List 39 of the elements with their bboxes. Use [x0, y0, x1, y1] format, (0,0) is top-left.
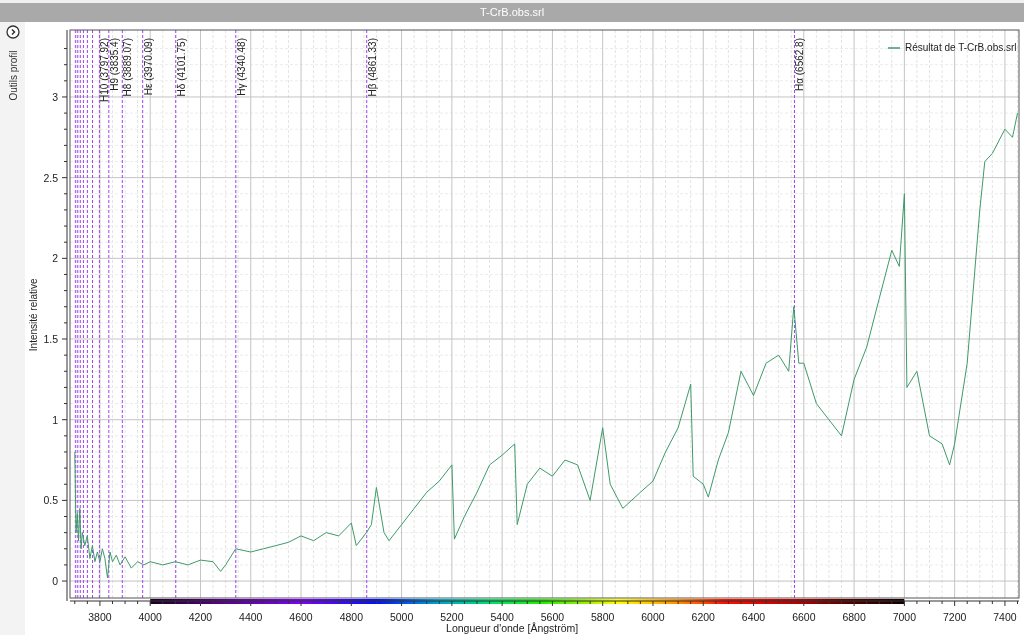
x-tick-label: 3800: [88, 611, 112, 623]
x-tick-label: 4600: [289, 611, 313, 623]
x-tick-label: 4800: [339, 611, 363, 623]
x-tick-label: 7200: [942, 611, 967, 623]
x-tick-label: 6400: [741, 611, 766, 623]
line-label: Hε (3970.09): [142, 38, 154, 96]
expand-chevron-icon[interactable]: [5, 25, 20, 39]
x-tick-label: 5400: [490, 611, 514, 623]
x-tick-label: 6800: [842, 611, 866, 623]
y-tick-label: 2: [52, 252, 58, 265]
x-tick-label: 5000: [389, 611, 414, 623]
x-tick-label: 5600: [540, 611, 565, 623]
line-label: Hβ (4861.33): [366, 38, 378, 97]
x-tick-label: 5200: [440, 611, 464, 623]
y-tick-label: 0: [52, 575, 58, 588]
x-tick-label: 7400: [993, 611, 1017, 623]
line-label: Hα (6562.8): [794, 38, 806, 92]
x-tick-label: 6600: [792, 611, 816, 623]
window-title: T-CrB.obs.srl: [479, 5, 545, 21]
y-tick-label: 2.5: [43, 171, 58, 184]
line-label: H10 (3797.92): [99, 38, 111, 102]
x-tick-label: 4200: [188, 611, 213, 623]
x-tick-label: 6200: [691, 611, 715, 623]
x-tick-label: 4400: [239, 611, 263, 623]
y-tick-label: 1.5: [43, 333, 58, 345]
x-tick-label: 4000: [138, 611, 162, 623]
x-tick-label: 6000: [641, 611, 665, 623]
x-tick-label: 5800: [591, 611, 615, 623]
line-label: Hγ (4340.48): [235, 38, 247, 96]
line-label: H8 (3889.07): [122, 38, 134, 97]
y-tick-label: 3: [52, 90, 58, 103]
y-tick-label: 0.5: [43, 494, 58, 507]
line-label: Hδ (4101.75): [175, 38, 187, 97]
y-axis-title: Intensité relative: [28, 278, 39, 352]
legend-label: Résultat de T-CrB.obs.srl: [905, 42, 1017, 53]
x-tick-label: 7000: [892, 611, 917, 623]
x-axis-title: Longueur d'onde [Ångström]: [446, 622, 579, 634]
side-panel-label[interactable]: Outils profil: [5, 50, 20, 100]
y-tick-label: 1: [52, 413, 58, 426]
